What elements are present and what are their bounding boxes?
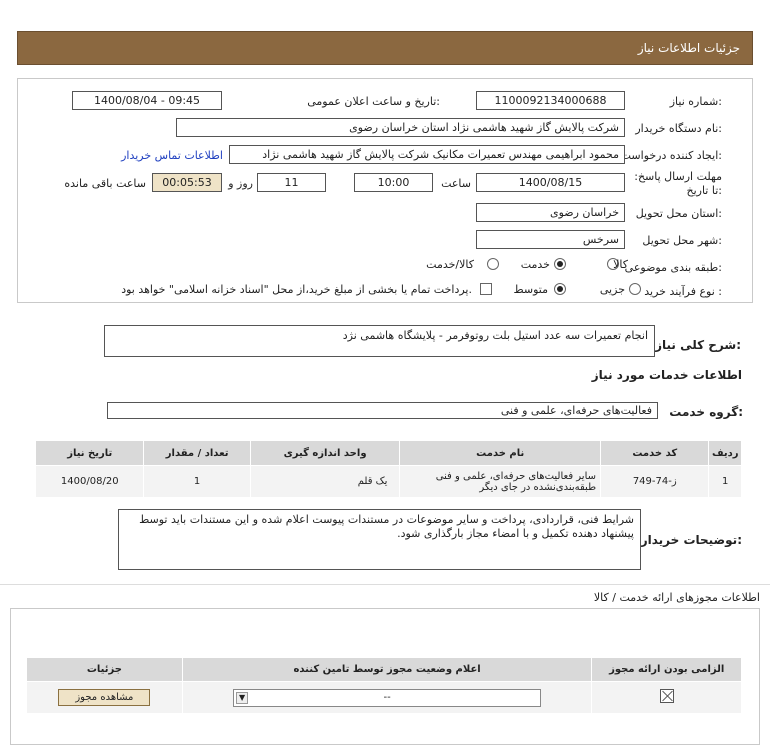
announce-field: 1400/08/04 - 09:45 — [72, 91, 222, 110]
col-license-required: الزامی بودن ارائه مجوز — [591, 657, 742, 682]
buyer-org-label: نام دستگاه خریدار: — [635, 122, 722, 135]
creator-label: ایجاد کننده درخواست: — [620, 149, 722, 162]
licenses-table: الزامی بودن ارائه مجوز اعلام وضعیت مجوز … — [26, 657, 742, 714]
buyer-notes-label: توضیحات خریدار: — [640, 533, 742, 547]
days-field: 11 — [257, 173, 326, 192]
province-label: استان محل تحویل: — [635, 207, 722, 220]
deadline-label: مهلت ارسال پاسخ: تا تاریخ: — [634, 170, 722, 197]
service-group-field: فعالیت‌های حرفه‌ای، علمی و فنی — [107, 402, 658, 419]
deadline-time-field: 10:00 — [354, 173, 433, 192]
col-need-date: تاریخ نیاز — [34, 440, 145, 466]
deadline-time-label: ساعت — [441, 177, 471, 190]
cell-quantity: 1 — [143, 465, 251, 498]
category-label: طبقه بندی موضوعی: — [624, 261, 722, 274]
process-option-minor: جزیی — [599, 283, 625, 296]
licenses-section-title: اطلاعات مجوزهای ارائه خدمت / کالا — [593, 591, 760, 604]
treasury-payment-checkbox[interactable] — [480, 283, 492, 295]
items-table: ردیف کد خدمت نام خدمت واحد اندازه گیری ت… — [34, 440, 742, 498]
license-status-value: -- — [383, 691, 391, 703]
license-status-select[interactable]: -- ▼ — [233, 688, 542, 707]
process-label: نوع فرآیند خرید : — [644, 285, 722, 298]
col-license-details: جزئیات — [26, 657, 183, 682]
col-code: کد خدمت — [600, 440, 710, 466]
creator-field: محمود ابراهیمی مهندس تعمیرات مکانیک شرکت… — [229, 145, 625, 164]
col-unit: واحد اندازه گیری — [249, 440, 401, 466]
col-license-status: اعلام وضعیت مجوز توسط تامین کننده — [181, 657, 593, 682]
services-section-title: اطلاعات خدمات مورد نیاز — [591, 368, 742, 382]
header-bar: جزئیات اطلاعات نیاز — [17, 31, 753, 65]
contact-info-link[interactable]: اطلاعات تماس خریدار — [121, 149, 223, 162]
license-status-cell: -- ▼ — [181, 681, 593, 714]
province-field: خراسان رضوی — [476, 203, 625, 222]
license-details-cell: مشاهده مجوز — [26, 681, 183, 714]
cell-row: 1 — [708, 465, 742, 498]
cell-unit: یک قلم — [249, 465, 401, 498]
divider — [0, 584, 770, 585]
cell-need-date: 1400/08/20 — [34, 465, 145, 498]
buyer-org-field: شرکت پالایش گاز شهید هاشمی نژاد استان خر… — [176, 118, 625, 137]
category-radio-goods-service[interactable] — [487, 258, 499, 270]
license-row: -- ▼ مشاهده مجوز — [26, 681, 742, 714]
need-number-field: 1100092134000688 — [476, 91, 625, 110]
deadline-date-field: 1400/08/15 — [476, 173, 625, 192]
summary-field: انجام تعمیرات سه عدد استیل بلت روتوفرمر … — [104, 325, 655, 357]
days-label: روز و — [228, 177, 253, 190]
city-label: شهر محل تحویل: — [642, 234, 722, 247]
service-group-label: گروه خدمت: — [669, 405, 743, 419]
remaining-time-field: 00:05:53 — [152, 173, 222, 192]
required-checkbox-icon — [659, 689, 674, 703]
category-option-goods-service: کالا/خدمت — [426, 258, 474, 271]
announce-label: تاریخ و ساعت اعلان عمومی: — [307, 95, 440, 108]
cell-service-name: سایر فعالیت‌های حرفه‌ای، علمی و فنی طبقه… — [399, 465, 602, 498]
buyer-notes-field: شرایط فنی، قراردادی، پرداخت و سایر موضوع… — [118, 509, 641, 570]
license-required-cell — [591, 681, 742, 714]
table-row: 1 ز-74-749 سایر فعالیت‌های حرفه‌ای، علمی… — [34, 465, 742, 498]
col-service-name: نام خدمت — [399, 440, 602, 466]
process-radio-medium[interactable] — [554, 283, 566, 295]
view-license-button[interactable]: مشاهده مجوز — [58, 689, 151, 706]
remaining-label: ساعت باقی مانده — [64, 177, 146, 190]
category-radio-service[interactable] — [554, 258, 566, 270]
col-row: ردیف — [708, 440, 742, 466]
need-number-label: شماره نیاز: — [669, 95, 722, 108]
cell-code: ز-74-749 — [600, 465, 710, 498]
process-option-medium: متوسط — [513, 283, 548, 296]
col-quantity: تعداد / مقدار — [143, 440, 251, 466]
city-field: سرخس — [476, 230, 625, 249]
process-radio-minor[interactable] — [629, 283, 641, 295]
category-option-goods: کالا — [613, 258, 628, 271]
summary-label: شرح کلی نیاز: — [655, 338, 741, 352]
payment-note: پرداخت تمام یا بخشی از مبلغ خرید،از محل … — [121, 283, 472, 296]
category-option-service: خدمت — [520, 258, 550, 271]
chevron-down-icon: ▼ — [236, 691, 249, 704]
page-title: جزئیات اطلاعات نیاز — [637, 41, 740, 55]
